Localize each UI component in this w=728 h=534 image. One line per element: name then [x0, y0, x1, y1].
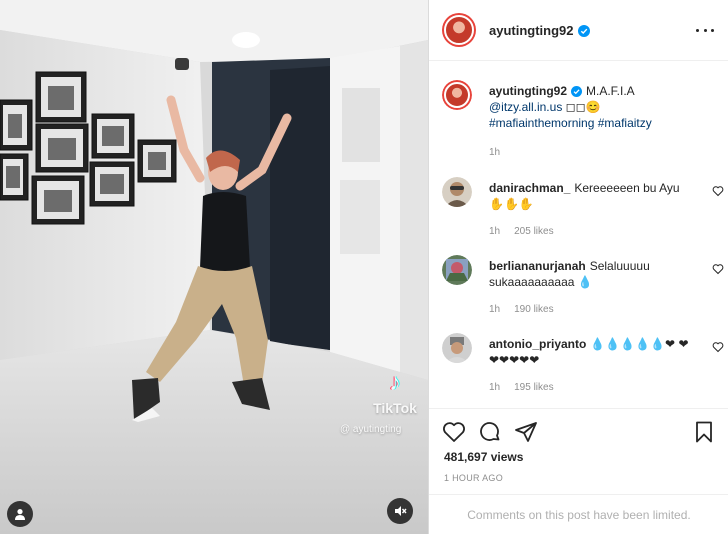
tiktok-logo-icon: ♪	[389, 369, 401, 396]
post-header: ayutingting92	[429, 0, 728, 61]
post-actions: 481,697 views 1 HOUR AGO Comments on thi…	[429, 408, 728, 534]
comment-username[interactable]: danirachman_	[489, 181, 570, 195]
comment-time: 1h	[489, 382, 501, 393]
commenter-avatar[interactable]	[442, 255, 472, 285]
comment-username[interactable]: antonio_priyanto	[489, 337, 586, 351]
post-sidebar: ayutingting92 ayutingting92 M.A.F.I.A @it…	[428, 0, 728, 534]
tagged-people-button[interactable]	[7, 501, 33, 527]
caption-emoji: ◻◻😊	[562, 100, 601, 114]
caption-line: M.A.F.I.A	[586, 84, 635, 98]
comments-limited-notice: Comments on this post have been limited.	[429, 494, 728, 534]
tiktok-watermark: ♪ TikTok	[370, 369, 420, 417]
verified-badge-icon	[577, 24, 590, 37]
like-comment-heart-icon[interactable]	[712, 185, 724, 197]
comments-list: ayutingting92 M.A.F.I.A @itzy.all.in.us ◻…	[429, 62, 728, 408]
more-options-icon[interactable]	[696, 22, 714, 38]
caption-text: ayutingting92 M.A.F.I.A @itzy.all.in.us ◻…	[489, 83, 689, 161]
commenter-avatar[interactable]	[442, 177, 472, 207]
caption-avatar[interactable]	[442, 80, 472, 110]
save-bookmark-icon[interactable]	[692, 420, 716, 444]
caption-time: 1h	[489, 147, 501, 158]
comment-likes[interactable]: 205 likes	[514, 226, 553, 237]
commenter-avatar[interactable]	[442, 333, 472, 363]
comment-bubble-icon[interactable]	[478, 420, 502, 444]
post-timestamp[interactable]: 1 HOUR AGO	[444, 473, 503, 483]
share-paper-plane-icon[interactable]	[514, 420, 538, 444]
author-avatar[interactable]	[442, 13, 476, 47]
comment-likes[interactable]: 190 likes	[514, 304, 553, 315]
caption-hashtags[interactable]: #mafiainthemorning #mafiaitzy	[489, 116, 652, 130]
caption-username[interactable]: ayutingting92	[489, 84, 567, 98]
comment-username[interactable]: berliananurjanah	[489, 259, 586, 273]
view-count[interactable]: 481,697 views	[444, 450, 523, 464]
mute-toggle-button[interactable]	[387, 498, 413, 524]
like-comment-heart-icon[interactable]	[712, 263, 724, 275]
post-video[interactable]: ♪ TikTok @ ayutingting	[0, 0, 428, 534]
action-bar	[442, 420, 717, 446]
like-heart-icon[interactable]	[442, 420, 466, 444]
author-username-link[interactable]: ayutingting92	[489, 23, 590, 38]
comment-time: 1h	[489, 304, 501, 315]
caption-mention-link[interactable]: @itzy.all.in.us	[489, 100, 562, 114]
tiktok-handle-text: @ ayutingting	[340, 424, 402, 435]
author-username: ayutingting92	[489, 22, 574, 38]
instagram-post: ♪ TikTok @ ayutingting ayutingting92 ayu…	[0, 0, 728, 534]
dance-video-frame	[0, 0, 428, 534]
person-icon	[15, 509, 25, 520]
verified-badge-icon	[571, 86, 583, 97]
tiktok-watermark-text: TikTok	[373, 400, 417, 416]
speaker-muted-icon	[395, 506, 407, 516]
like-comment-heart-icon[interactable]	[712, 341, 724, 353]
comment-likes[interactable]: 195 likes	[514, 382, 553, 393]
comment-time: 1h	[489, 226, 501, 237]
